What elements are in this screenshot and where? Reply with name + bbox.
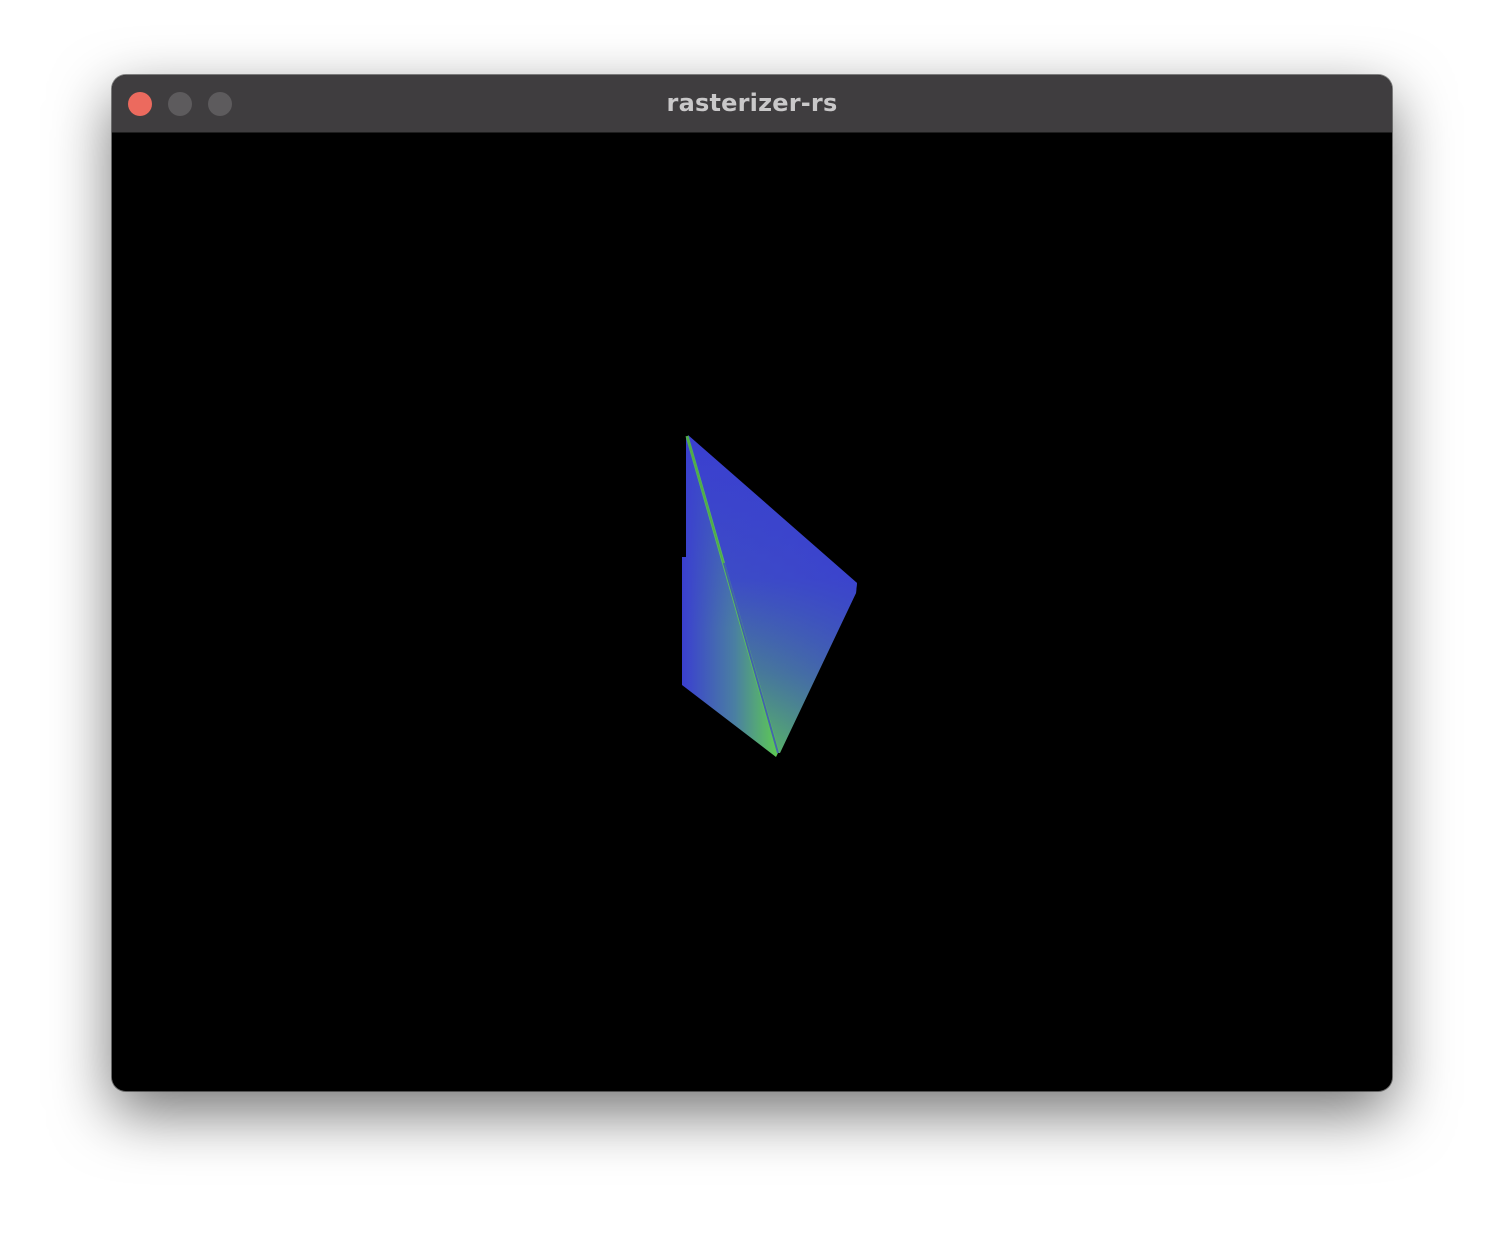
render-canvas[interactable] [112,133,1392,1091]
app-window: rasterizer-rs [112,75,1392,1091]
title-bar[interactable]: rasterizer-rs [112,75,1392,133]
scene-svg [682,435,857,757]
window-title: rasterizer-rs [666,89,838,117]
